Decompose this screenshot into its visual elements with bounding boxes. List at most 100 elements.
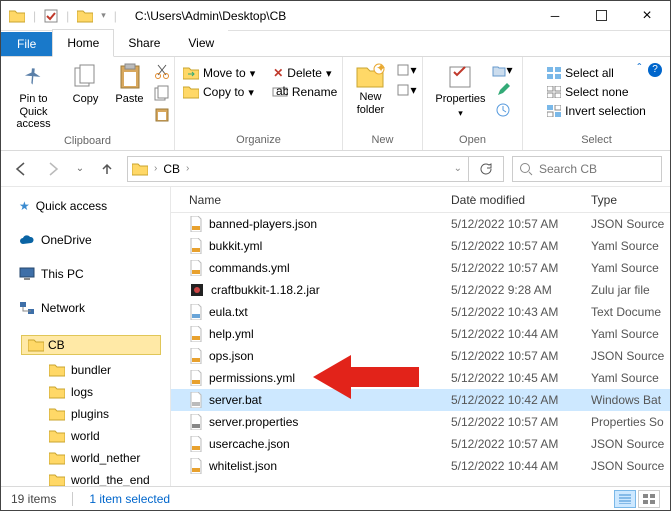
column-header-type[interactable]: Type (591, 193, 670, 207)
folder-icon (77, 9, 93, 23)
titlebar: | | ▾ | C:\Users\Admin\Desktop\CB ─ × (1, 1, 670, 31)
file-icon (189, 414, 203, 430)
file-row[interactable]: server.properties5/12/2022 10:57 AMPrope… (171, 411, 670, 433)
file-name: whitelist.json (209, 459, 277, 473)
history-icon[interactable] (492, 103, 512, 117)
sidebar-cb-folder[interactable]: CB (1, 331, 170, 359)
pin-to-quick-access-button[interactable]: Pin to Quick access (6, 61, 62, 133)
file-type: Text Docume (591, 305, 670, 319)
pin-icon (20, 63, 48, 91)
up-button[interactable] (95, 157, 119, 181)
file-row[interactable]: help.yml5/12/2022 10:44 AMYaml Source (171, 323, 670, 345)
file-row[interactable]: commands.yml5/12/2022 10:57 AMYaml Sourc… (171, 257, 670, 279)
properties-icon (446, 63, 474, 91)
copy-to-icon (183, 85, 199, 99)
file-row[interactable]: craftbukkit-1.18.2.jar5/12/2022 9:28 AMZ… (171, 279, 670, 301)
forward-button[interactable] (41, 157, 65, 181)
close-button[interactable]: × (624, 1, 670, 31)
open-icon[interactable]: ▾ (492, 63, 512, 77)
rename-button[interactable]: abRename (270, 84, 339, 100)
file-row[interactable]: bukkit.yml5/12/2022 10:57 AMYaml Source (171, 235, 670, 257)
breadcrumb-cb[interactable]: CB (163, 162, 180, 176)
checkbox-icon[interactable] (44, 9, 58, 23)
folder-icon (49, 473, 65, 486)
address-dropdown[interactable]: ⌄ (452, 163, 464, 174)
back-button[interactable] (9, 157, 33, 181)
large-icons-view-button[interactable] (638, 490, 660, 508)
file-row[interactable]: permissions.yml5/12/2022 10:45 AMYaml So… (171, 367, 670, 389)
file-icon (189, 304, 203, 320)
qat-dropdown[interactable]: ▾ (101, 10, 106, 21)
sidebar-world[interactable]: world (1, 425, 170, 447)
file-icon (189, 238, 203, 254)
sidebar-quick-access[interactable]: ★Quick access (1, 195, 170, 217)
file-row[interactable]: usercache.json5/12/2022 10:57 AMJSON Sou… (171, 433, 670, 455)
file-icon (189, 458, 203, 474)
delete-button[interactable]: ✕Delete ▾ (271, 65, 333, 81)
sidebar-logs[interactable]: logs (1, 381, 170, 403)
address-bar[interactable]: › CB › ⌄ (127, 156, 504, 182)
recent-dropdown[interactable]: ⌄ (73, 157, 87, 181)
help-icon[interactable]: ˆ ? (637, 61, 662, 77)
tab-view[interactable]: View (174, 30, 228, 56)
new-folder-button[interactable]: ✦ New folder (348, 61, 392, 118)
paste-button[interactable]: Paste (110, 61, 150, 108)
file-date: 5/12/2022 10:44 AM (451, 327, 591, 341)
chevron-right-icon[interactable]: › (152, 163, 159, 174)
group-new-label: New (371, 132, 393, 148)
search-input[interactable]: Search CB (512, 156, 662, 182)
sidebar-onedrive[interactable]: OneDrive (1, 229, 170, 251)
file-date: 5/12/2022 10:57 AM (451, 239, 591, 253)
cut-icon[interactable] (154, 63, 170, 79)
select-all-button[interactable]: Select all (545, 65, 648, 81)
ribbon: ˆ ? Pin to Quick access Copy Paste Clipb… (1, 57, 670, 151)
copy-path-icon[interactable] (154, 85, 170, 101)
pc-icon (19, 267, 35, 281)
column-header-name[interactable]: Nameˆ (171, 193, 451, 207)
edit-icon[interactable] (492, 83, 512, 97)
file-type: Yaml Source (591, 371, 670, 385)
file-date: 5/12/2022 10:42 AM (451, 393, 591, 407)
sidebar-bundler[interactable]: bundler (1, 359, 170, 381)
move-to-button[interactable]: Move to ▾ (181, 65, 257, 81)
sidebar-network[interactable]: Network (1, 297, 170, 319)
tab-file[interactable]: File (1, 32, 52, 56)
file-type: Yaml Source (591, 327, 670, 341)
properties-button[interactable]: Properties▾ (432, 61, 488, 120)
maximize-button[interactable] (578, 1, 624, 31)
file-row[interactable]: eula.txt5/12/2022 10:43 AMText Docume (171, 301, 670, 323)
qat-separator: | (66, 9, 69, 23)
sidebar-world-nether[interactable]: world_nether (1, 447, 170, 469)
sidebar-world-end[interactable]: world_the_end (1, 469, 170, 486)
new-item-icon[interactable]: ▾ (396, 63, 416, 77)
tab-home[interactable]: Home (52, 29, 114, 57)
sidebar-this-pc[interactable]: This PC (1, 263, 170, 285)
refresh-icon[interactable] (473, 162, 499, 176)
folder-icon (132, 162, 148, 176)
folder-icon (9, 9, 25, 23)
tab-share[interactable]: Share (114, 30, 174, 56)
file-row[interactable]: whitelist.json5/12/2022 10:44 AMJSON Sou… (171, 455, 670, 477)
copy-button[interactable]: Copy (66, 61, 106, 108)
group-clipboard-label: Clipboard (64, 133, 111, 149)
svg-text:✦: ✦ (376, 63, 385, 75)
paste-shortcut-icon[interactable] (154, 107, 170, 123)
file-list: Nameˆ Date modified Type banned-players.… (171, 187, 670, 486)
file-row[interactable]: server.bat5/12/2022 10:42 AMWindows Bat (171, 389, 670, 411)
easy-access-icon[interactable]: ▾ (396, 83, 416, 97)
file-date: 5/12/2022 10:57 AM (451, 415, 591, 429)
copy-to-button[interactable]: Copy to ▾ (181, 84, 256, 100)
chevron-right-icon[interactable]: › (184, 163, 191, 174)
select-none-button[interactable]: Select none (545, 84, 648, 100)
group-open-label: Open (459, 132, 486, 148)
minimize-button[interactable]: ─ (532, 1, 578, 31)
rename-icon: ab (272, 86, 288, 98)
details-view-button[interactable] (614, 490, 636, 508)
file-name: server.bat (209, 393, 262, 407)
file-row[interactable]: banned-players.json5/12/2022 10:57 AMJSO… (171, 213, 670, 235)
file-type: JSON Source (591, 437, 670, 451)
file-row[interactable]: ops.json5/12/2022 10:57 AMJSON Source (171, 345, 670, 367)
invert-selection-button[interactable]: Invert selection (545, 103, 648, 119)
star-icon: ★ (19, 199, 30, 213)
sidebar-plugins[interactable]: plugins (1, 403, 170, 425)
